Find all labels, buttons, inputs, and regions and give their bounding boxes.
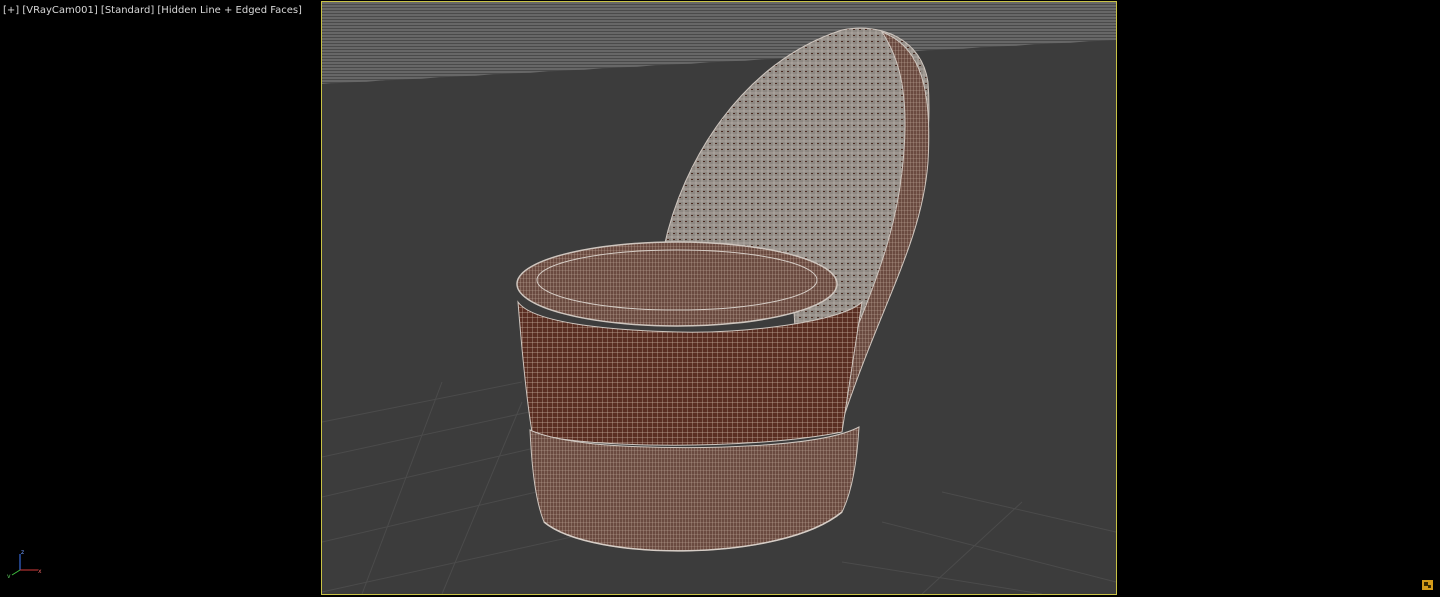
viewport-menu-shading[interactable]: [Standard] bbox=[101, 5, 154, 16]
background-wire-plane bbox=[322, 2, 1116, 84]
viewport-menu-plus[interactable]: [+] bbox=[3, 5, 19, 16]
gizmo-x-label: x bbox=[38, 568, 42, 575]
maximize-icon[interactable] bbox=[1422, 580, 1433, 590]
chair-seat-top bbox=[516, 241, 838, 327]
gizmo-z-label: z bbox=[21, 549, 24, 556]
viewport-label[interactable]: [+] [VRayCam001] [Standard] [Hidden Line… bbox=[3, 5, 302, 17]
scene-render bbox=[322, 2, 1116, 594]
camera-safe-frame[interactable] bbox=[321, 1, 1117, 595]
viewport-menu-display[interactable]: [Hidden Line + Edged Faces] bbox=[157, 5, 302, 16]
viewport-menu-camera[interactable]: [VRayCam001] bbox=[22, 5, 97, 16]
axis-tripod-icon: z x y bbox=[7, 549, 42, 578]
gizmo-y-label: y bbox=[7, 573, 11, 578]
chair-base bbox=[529, 426, 860, 552]
